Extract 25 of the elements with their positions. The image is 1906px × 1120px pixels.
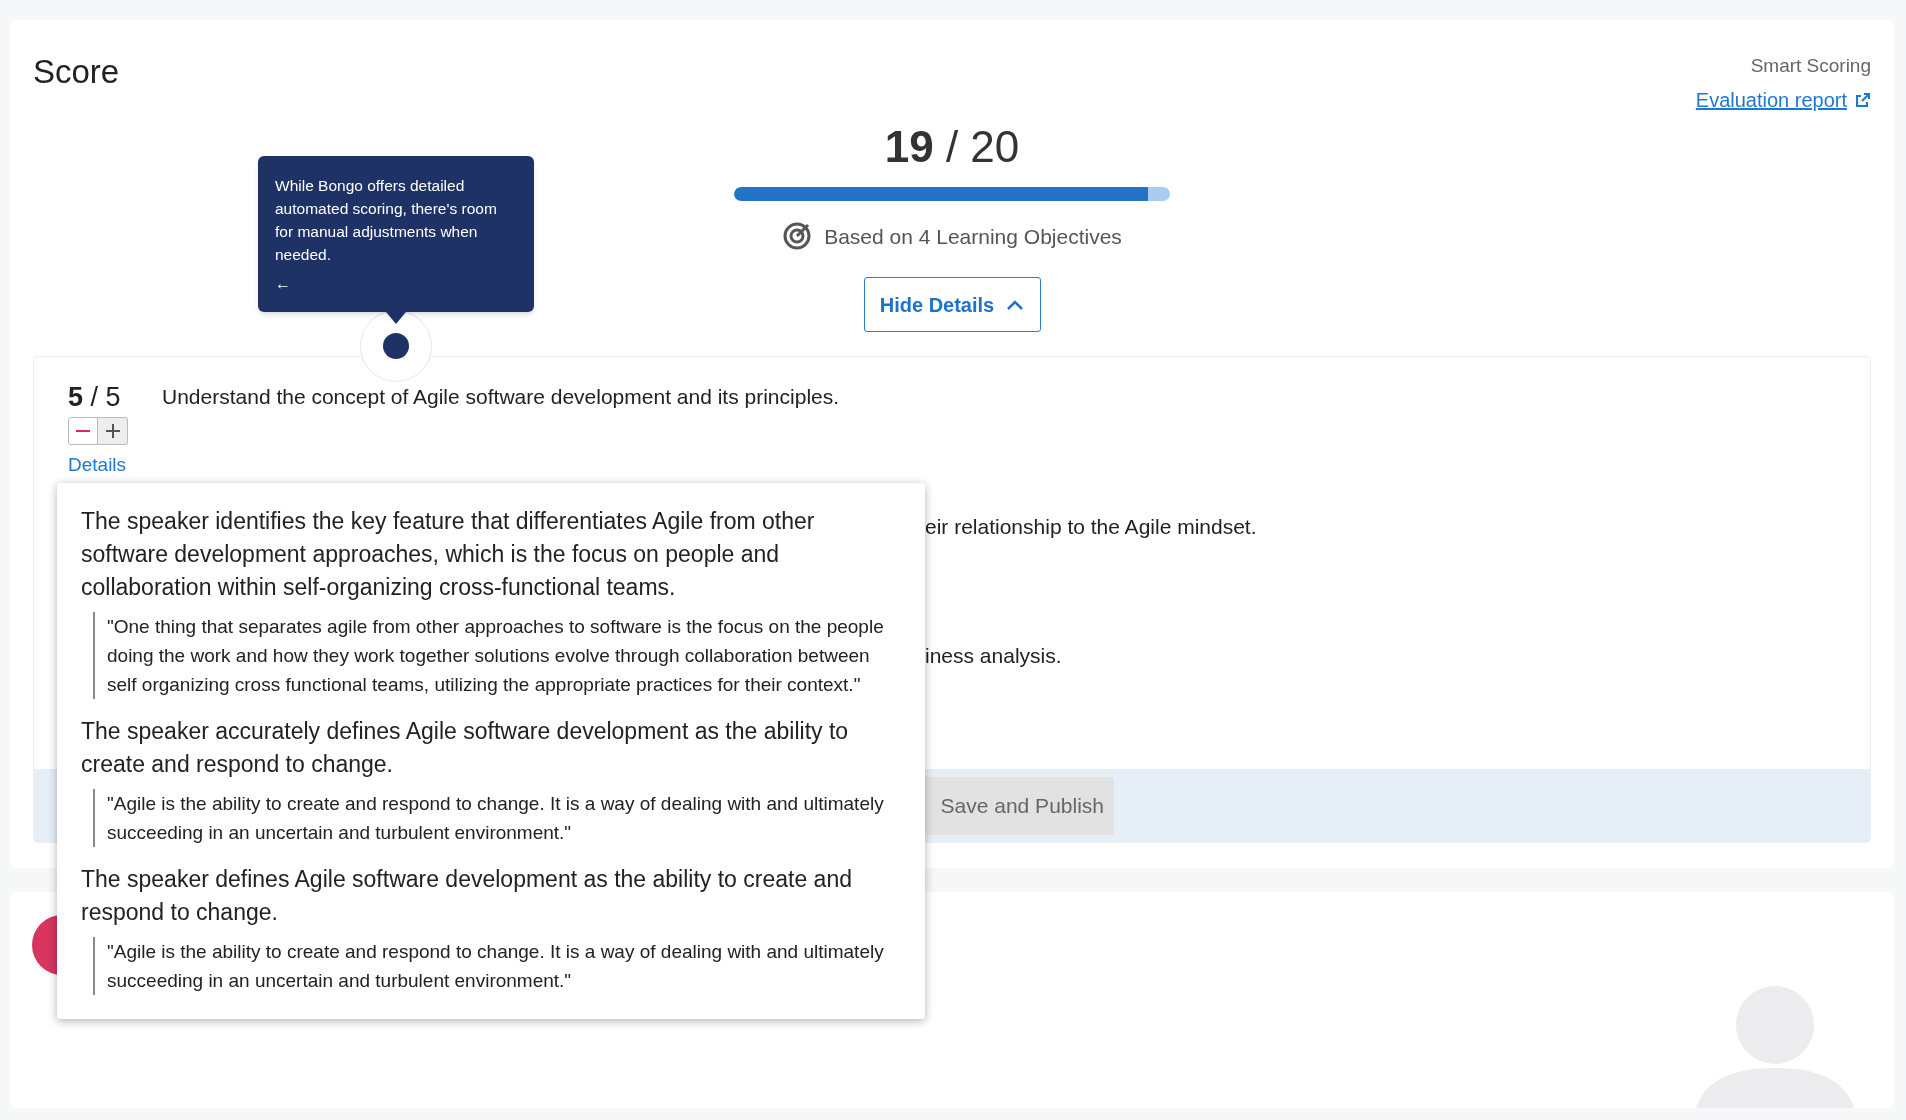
objectives-basis: Based on 4 Learning Objectives (824, 223, 1122, 250)
evaluation-report-link[interactable]: Evaluation report (1695, 84, 1871, 115)
score-title: Score (33, 52, 120, 92)
chevron-up-icon (1006, 298, 1025, 311)
smart-scoring-label: Smart Scoring (1750, 54, 1871, 78)
plus-icon (105, 424, 120, 438)
increase-button[interactable] (98, 417, 128, 445)
details-link[interactable]: Details (68, 451, 127, 480)
evidence-quote: "Agile is the ability to create and respond to change. It is a way of dealing with and ultimately succeeding in an uncertain and turbulent environment." (93, 789, 885, 847)
evidence-statement: The speaker accurately defines Agile software development as the ability to create and respond to change. (81, 717, 850, 779)
external-link-icon (1855, 91, 1871, 108)
objective-score: 5 / 5 (68, 381, 121, 413)
objective-text: Understand the concept of Agile software development and its principles. (162, 384, 840, 410)
target-icon (782, 221, 813, 252)
evidence-quote: "One thing that separates agile from other approaches to software is the focus on the people doing the work and how they work together solutions evolve through collaboration between self organizing cross functional teams, utilizing the appropriate practices for their context." (93, 612, 885, 699)
evidence-statement: The speaker defines Agile software development as the ability to create and respond to change. (81, 865, 853, 927)
back-arrow-button[interactable]: ← (275, 272, 291, 296)
objective-text: iness analysis. (925, 644, 1062, 667)
minus-icon (76, 430, 90, 432)
evidence-statement: The speaker identifies the key feature that differentiates Agile from other software development approaches, which is the focus on people and collaboration within self-organizing cross-functional teams. (81, 507, 816, 602)
evidence-quote: "Agile is the ability to create and respond to change. It is a way of dealing with and ultimately succeeding in an uncertain and turbulent environment." (93, 937, 885, 995)
objective-text: eir relationship to the Agile mindset. (925, 515, 1257, 538)
tooltip-text: While Bongo offers detailed automated scoring, there's room for manual adjustments when needed. (275, 176, 498, 265)
total-score: 19 / 20 (884, 120, 1020, 173)
hide-details-button[interactable]: Hide Details (863, 277, 1041, 332)
